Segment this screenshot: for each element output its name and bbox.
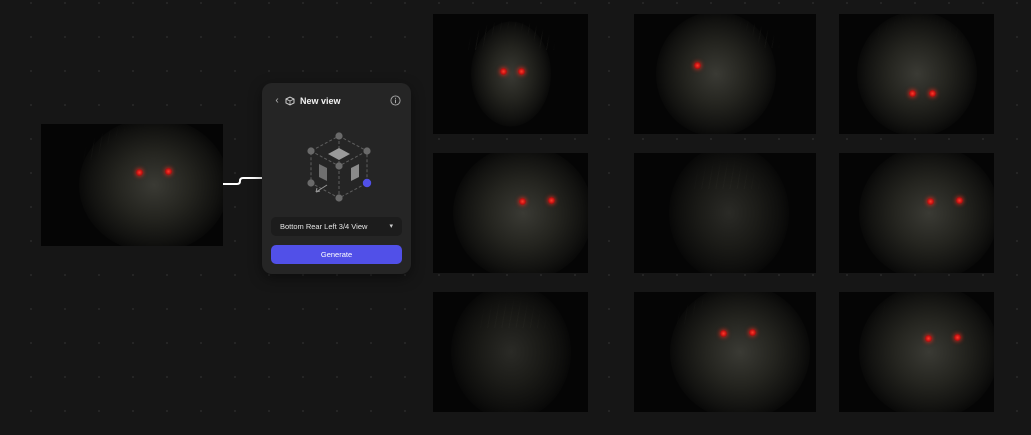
image-detail [450, 292, 571, 412]
image-detail [668, 153, 789, 273]
panel-title: New view [300, 96, 341, 106]
red-eye [749, 329, 756, 336]
result-image[interactable] [634, 14, 816, 134]
rotate-view-icon [285, 96, 295, 106]
image-detail [452, 153, 588, 273]
result-image[interactable] [433, 14, 588, 134]
panel-header: ‹ New view [262, 83, 411, 119]
result-image[interactable] [839, 153, 994, 273]
red-eye [927, 198, 934, 205]
red-eye [500, 68, 507, 75]
info-icon[interactable] [390, 95, 401, 106]
result-image[interactable] [839, 14, 994, 134]
image-detail [470, 21, 551, 127]
result-image[interactable] [433, 292, 588, 412]
back-button[interactable]: ‹ [271, 94, 283, 108]
red-eye [929, 90, 936, 97]
image-detail [858, 292, 994, 412]
red-eye [694, 62, 701, 69]
image-detail [78, 124, 223, 246]
result-image[interactable] [634, 153, 816, 273]
red-eye [954, 334, 961, 341]
new-view-panel: ‹ New view Bottom Rear Left 3/4 View ▾ G… [262, 83, 411, 274]
generate-button[interactable]: Generate [271, 245, 402, 264]
image-detail [655, 14, 776, 134]
image-detail [856, 14, 977, 134]
red-eye [925, 335, 932, 342]
image-detail [858, 153, 994, 273]
result-image[interactable] [634, 292, 816, 412]
red-eye [165, 168, 172, 175]
red-eye [548, 197, 555, 204]
node-connector [223, 177, 265, 185]
red-eye [518, 68, 525, 75]
camera-angle-cube-icon [307, 132, 372, 202]
view-angle-value: Bottom Rear Left 3/4 View [280, 222, 368, 231]
red-eye [519, 198, 526, 205]
chevron-down-icon: ▾ [389, 223, 393, 230]
source-image[interactable] [41, 124, 223, 246]
red-eye [956, 197, 963, 204]
red-eye [136, 169, 143, 176]
result-image[interactable] [839, 292, 994, 412]
red-eye [720, 330, 727, 337]
image-detail [669, 292, 810, 412]
red-eye [909, 90, 916, 97]
result-image[interactable] [433, 153, 588, 273]
view-angle-select[interactable]: Bottom Rear Left 3/4 View ▾ [271, 217, 402, 236]
